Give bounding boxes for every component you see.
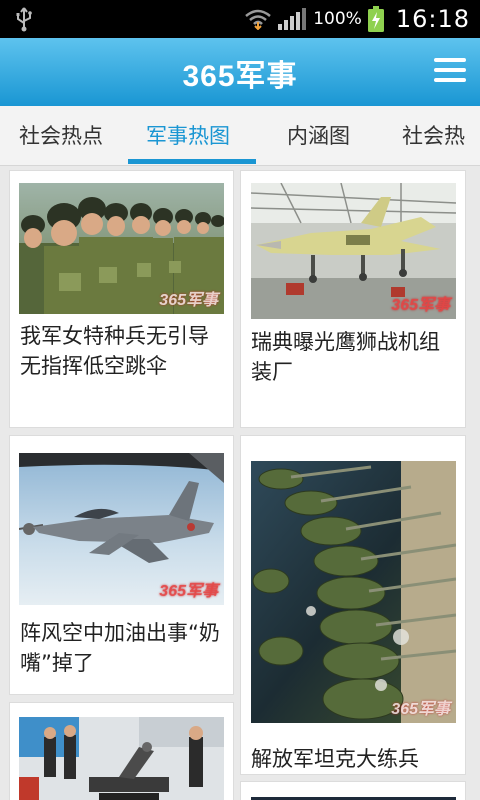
article-card[interactable] xyxy=(9,702,234,800)
watermark: 365军事 xyxy=(159,583,218,600)
tab-social-hot-2[interactable]: 社会热 xyxy=(402,106,465,165)
article-title: 我军女特种兵无引导无指挥低空跳伞 xyxy=(20,324,209,378)
article-card[interactable] xyxy=(240,781,466,800)
signal-icon xyxy=(278,8,307,30)
menu-icon-bar xyxy=(434,68,466,72)
article-thumbnail: 365军事 xyxy=(251,183,456,319)
clock: 16:18 xyxy=(395,5,470,33)
article-thumbnail: 365军事 xyxy=(19,183,224,314)
menu-button[interactable] xyxy=(434,58,466,86)
article-title: 瑞典曝光鹰狮战机组装厂 xyxy=(251,330,440,384)
robot-exhibition-photo xyxy=(19,717,224,800)
tab-military-photos[interactable]: 军事热图 xyxy=(146,106,230,165)
battery-charging-icon xyxy=(367,6,384,32)
active-tab-indicator xyxy=(128,159,256,164)
menu-icon-bar xyxy=(434,78,466,82)
article-title: 阵风空中加油出事“奶嘴”掉了 xyxy=(20,621,220,675)
tab-humor-photos[interactable]: 内涵图 xyxy=(287,106,350,165)
wifi-icon xyxy=(245,9,272,30)
usb-icon xyxy=(16,7,32,32)
app-header: 365军事 xyxy=(0,38,480,106)
article-thumbnail xyxy=(19,717,224,800)
article-card[interactable]: 365军事 阵风空中加油出事“奶嘴”掉了 xyxy=(9,435,234,695)
article-thumbnail: 365军事 xyxy=(251,461,456,723)
status-bar: 100% 16:18 xyxy=(0,0,480,38)
article-card[interactable]: 365军事 解放军坦克大练兵 xyxy=(240,435,466,775)
article-title: 解放军坦克大练兵 xyxy=(251,747,419,771)
tab-social-hot[interactable]: 社会热点 xyxy=(19,106,103,165)
article-card[interactable]: 365军事 我军女特种兵无引导无指挥低空跳伞 xyxy=(9,170,234,428)
category-tabs: 社会热点 军事热图 内涵图 社会热 xyxy=(0,106,480,166)
battery-percent: 100% xyxy=(313,9,362,29)
watermark: 365军事 xyxy=(391,701,450,718)
watermark: 365军事 xyxy=(391,297,450,314)
article-card[interactable]: 365军事 瑞典曝光鹰狮战机组装厂 xyxy=(240,170,466,428)
menu-icon-bar xyxy=(434,58,466,62)
article-thumbnail: 365军事 xyxy=(19,453,224,605)
app-title: 365军事 xyxy=(182,60,298,93)
watermark: 365军事 xyxy=(159,292,218,309)
tanks-photo xyxy=(251,461,456,723)
